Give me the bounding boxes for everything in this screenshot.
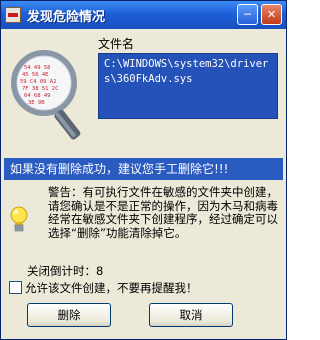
delete-button[interactable]: 删除 bbox=[27, 303, 111, 327]
svg-text:3E 9B: 3E 9B bbox=[28, 100, 45, 106]
title-bar[interactable]: 发现危险情况 ─ ✕ bbox=[1, 1, 286, 29]
file-name-label: 文件名 bbox=[98, 37, 135, 51]
close-button[interactable]: ✕ bbox=[261, 4, 282, 25]
allow-creation-label[interactable]: 允许该文件创建，不要再提醒我！ bbox=[25, 280, 198, 296]
cancel-button[interactable]: 取消 bbox=[149, 303, 233, 327]
svg-text:7F 38 51 2C: 7F 38 51 2C bbox=[22, 86, 58, 92]
file-info-panel: 54 49 58 45 56 4E 59 C4 09 A2 7F 38 51 2… bbox=[4, 29, 283, 153]
app-icon bbox=[5, 7, 21, 23]
minimize-button[interactable]: ─ bbox=[237, 4, 258, 25]
window-title: 发现危险情况 bbox=[27, 10, 106, 25]
file-path-field[interactable]: C:\WINDOWS\system32\drivers\360FkAdv.sys bbox=[98, 53, 278, 119]
svg-text:54 49 58: 54 49 58 bbox=[24, 65, 51, 71]
svg-text:59 C4 09 A2: 59 C4 09 A2 bbox=[20, 79, 56, 85]
warning-notice-text: 警告：有可执行文件在敏感的文件夹中创建，请您确认是不是正常的操作，因为木马和病毒… bbox=[48, 185, 278, 240]
warning-banner: 如果没有删除成功，建议您手工删除它!!! bbox=[4, 158, 283, 180]
lightbulb-icon bbox=[10, 206, 28, 232]
danger-dialog-window: 发现危险情况 ─ ✕ 54 49 58 45 56 4E 59 C4 09 A2… bbox=[0, 0, 287, 340]
magnifier-virus-icon: 54 49 58 45 56 4E 59 C4 09 A2 7F 38 51 2… bbox=[11, 50, 81, 140]
close-countdown: 关闭倒计时：8 bbox=[27, 264, 104, 278]
svg-text:45 56 4E: 45 56 4E bbox=[22, 72, 49, 78]
allow-creation-checkbox[interactable] bbox=[9, 281, 22, 294]
svg-text:64 68 49: 64 68 49 bbox=[24, 93, 51, 99]
